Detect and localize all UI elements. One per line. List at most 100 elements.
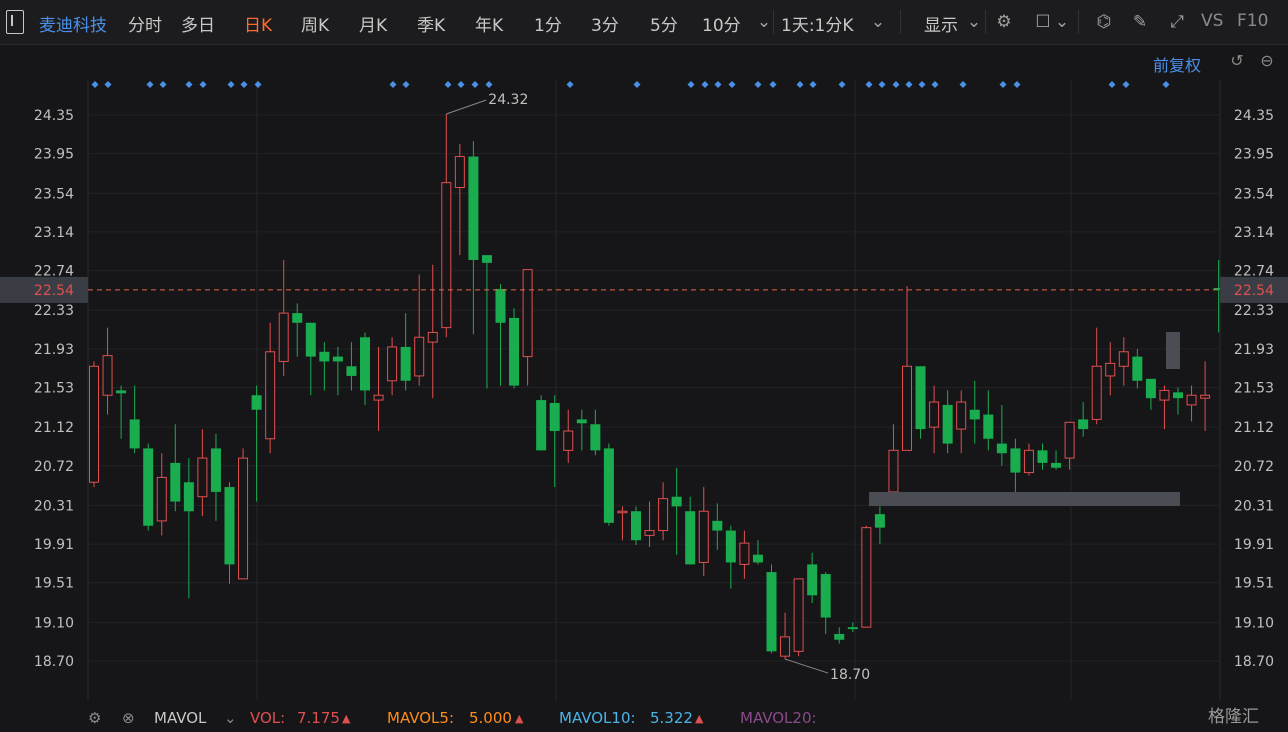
- candle-body-22: [387, 346, 398, 382]
- candle-body-81: [1186, 394, 1197, 406]
- mavol5-value: 5.000: [469, 709, 512, 727]
- candle-body-61: [915, 366, 926, 430]
- y-tick-left-7: 21.53: [34, 381, 74, 397]
- up-arrow-icon: ▲: [342, 712, 351, 725]
- candle-body-47: [725, 530, 736, 563]
- candle-body-9: [210, 448, 221, 492]
- current-price-label-left: 22.54: [34, 283, 74, 299]
- y-tick-left-14: 18.70: [34, 654, 74, 670]
- candle-body-67: [996, 443, 1007, 454]
- candle-body-56: [847, 627, 858, 630]
- y-tick-left-13: 19.10: [34, 615, 74, 631]
- y-tick-right-12: 19.51: [1234, 576, 1274, 592]
- close-icon[interactable]: ⊗: [122, 709, 135, 727]
- candle-body-64: [956, 401, 967, 430]
- support-zone: [869, 492, 1180, 506]
- y-tick-right-5: 22.33: [1234, 303, 1274, 319]
- candle-body-54: [820, 574, 831, 618]
- y-tick-right-0: 24.35: [1234, 108, 1274, 124]
- candle-body-21: [373, 394, 384, 401]
- candle-body-57: [861, 527, 872, 628]
- y-tick-right-7: 21.53: [1234, 381, 1274, 397]
- low-annotation: 18.70: [830, 667, 870, 683]
- candle-body-19: [346, 366, 357, 376]
- chevron-down-icon[interactable]: ⌄: [224, 709, 237, 727]
- candle-body-46: [712, 520, 723, 531]
- candle-body-33: [536, 400, 547, 451]
- candle-body-38: [603, 448, 614, 523]
- candle-body-66: [983, 414, 994, 439]
- candle-body-30: [495, 288, 506, 323]
- kline-chart[interactable]: 24.35 24.35 23.95 23.95 23.54 23.54 23.14 23.14…: [0, 0, 1288, 702]
- candle-body-48: [739, 542, 750, 565]
- candle-body-20: [360, 337, 370, 391]
- candle-body-50: [766, 572, 777, 652]
- candle-body-6: [170, 462, 181, 502]
- candle-body-42: [658, 498, 669, 532]
- candle-body-8: [197, 457, 208, 498]
- gear-icon[interactable]: ⚙: [88, 709, 101, 727]
- candle-body-76: [1118, 351, 1129, 367]
- candle-body-71: [1051, 462, 1062, 468]
- y-tick-left-2: 23.54: [34, 186, 74, 202]
- candle-body-68: [1010, 448, 1021, 473]
- candle-body-14: [278, 312, 289, 362]
- candle-body-79: [1159, 389, 1170, 401]
- candle-body-23: [400, 346, 411, 381]
- candle-body-63: [942, 404, 953, 444]
- candle-body-51: [780, 636, 791, 657]
- vol-value: 7.175: [297, 709, 340, 727]
- y-tick-right-13: 19.10: [1234, 615, 1274, 631]
- candle-body-44: [685, 511, 696, 565]
- candle-body-52: [793, 578, 804, 652]
- high-annotation: 24.32: [488, 92, 528, 108]
- candle-body-24: [414, 336, 425, 377]
- candle-body-49: [752, 554, 763, 563]
- candle-body-60: [902, 365, 912, 451]
- y-tick-left-0: 24.35: [34, 108, 74, 124]
- candle-body-18: [332, 356, 343, 362]
- candle-body-2: [116, 390, 127, 394]
- y-tick-left-8: 21.12: [34, 420, 74, 436]
- gap-zone: [1166, 332, 1180, 369]
- candle-body-43: [671, 496, 682, 507]
- y-tick-left-3: 23.14: [34, 225, 74, 241]
- candle-body-55: [834, 633, 845, 640]
- y-tick-left-5: 22.33: [34, 303, 74, 319]
- candle-body-53: [807, 564, 818, 596]
- candle-body-65: [969, 409, 980, 420]
- candle-body-5: [156, 476, 167, 522]
- candle-body-0: [89, 365, 99, 483]
- candle-body-45: [698, 510, 709, 563]
- candle-body-35: [563, 430, 574, 451]
- candle-body-75: [1105, 362, 1116, 377]
- brand-watermark: 格隆汇: [1208, 707, 1259, 727]
- y-tick-left-1: 23.95: [34, 147, 74, 163]
- y-tick-right-14: 18.70: [1234, 654, 1274, 670]
- candle-body-82: [1200, 394, 1211, 399]
- candle-body-74: [1091, 365, 1102, 420]
- up-arrow-icon: ▲: [515, 712, 524, 725]
- candle-body-31: [509, 317, 520, 386]
- mavol10-value: 5.322: [650, 709, 693, 727]
- candle-body-28: [468, 156, 479, 260]
- candle-body-27: [454, 156, 465, 188]
- candle-body-17: [319, 351, 330, 362]
- candle-body-77: [1132, 356, 1143, 381]
- y-tick-right-2: 23.54: [1234, 186, 1274, 202]
- candle-body-15: [292, 313, 303, 323]
- y-tick-left-11: 19.91: [34, 537, 74, 553]
- candle-body-29: [481, 255, 492, 263]
- candle-body-25: [427, 331, 438, 343]
- y-tick-right-8: 21.12: [1234, 420, 1274, 436]
- indicator-name[interactable]: MAVOL: [154, 709, 206, 727]
- mavol10-label: MAVOL10:: [559, 709, 636, 727]
- candle-body-34: [549, 402, 560, 432]
- vol-label: VOL:: [250, 709, 286, 727]
- y-tick-right-9: 20.72: [1234, 459, 1274, 475]
- candle-body-37: [590, 424, 601, 451]
- candle-body-72: [1064, 421, 1075, 459]
- candle-body-41: [644, 530, 655, 536]
- mavol5-label: MAVOL5:: [387, 709, 455, 727]
- candle-body-59: [888, 449, 899, 493]
